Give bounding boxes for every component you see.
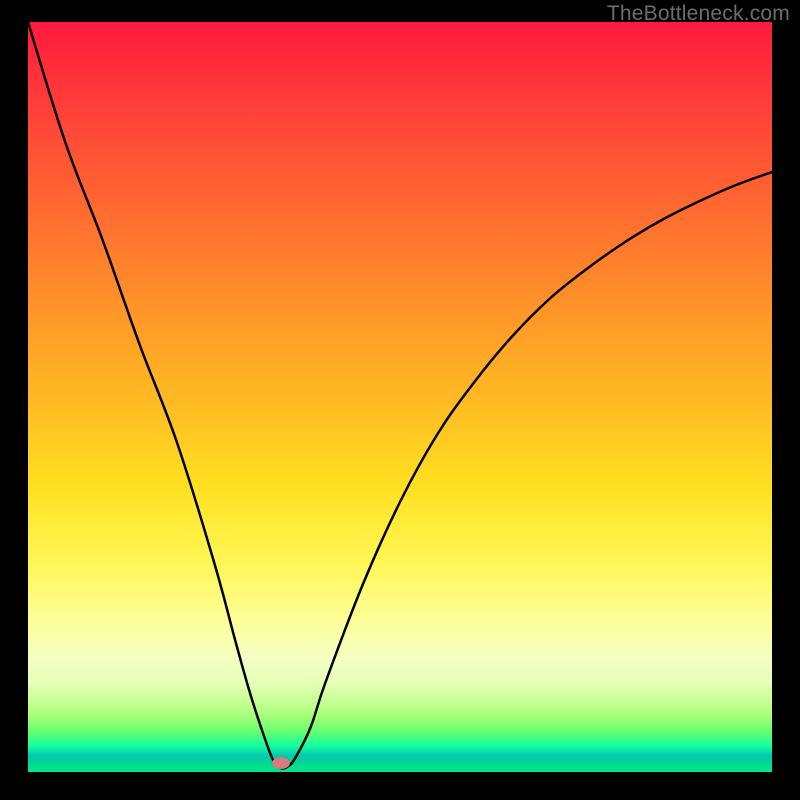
chart-plot-area <box>28 22 772 772</box>
optimum-marker <box>272 757 290 769</box>
bottleneck-curve <box>28 22 772 772</box>
